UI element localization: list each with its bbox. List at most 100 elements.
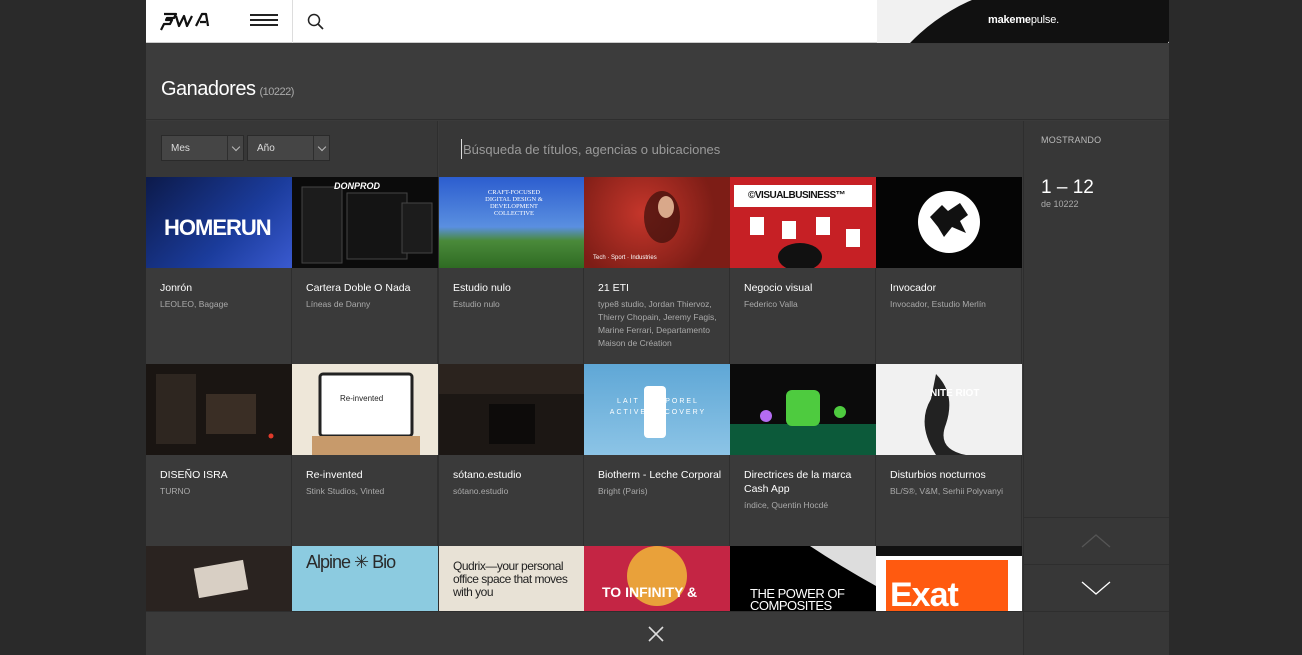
winners-count: (10222) — [259, 86, 294, 98]
results-panel: MOSTRANDO 1 – 12 de 10222 — [1023, 121, 1169, 611]
thumbnail-text: Exat — [890, 576, 959, 614]
bottom-bar — [146, 611, 1023, 655]
card-title: 21 ETI — [598, 282, 629, 294]
page-title: Ganadores (10222) — [161, 78, 294, 100]
thumbnail-text: NITE RIOT — [930, 388, 980, 399]
winner-card[interactable]: Directrices de la marca Cash App índice,… — [730, 364, 876, 546]
card-title: Re-invented — [306, 469, 363, 481]
ad-banner[interactable]: makemepulse. — [877, 0, 1169, 43]
chevron-down-icon — [227, 136, 243, 160]
thumbnail-text: THE POWER OF COMPOSITES — [750, 586, 845, 613]
card-credits: Estudio nulo — [453, 299, 500, 309]
winner-card[interactable]: Qudrix—your personal office space that m… — [438, 546, 585, 637]
card-credits: índice, Quentin Hocdé — [744, 500, 829, 510]
card-credits: Stink Studios, Vinted — [306, 486, 385, 496]
winner-card[interactable]: LAIT CORPOREL ACTIVE RECOVERY Biotherm -… — [584, 364, 730, 546]
winner-card[interactable]: DISEÑO ISRA TURNO — [146, 364, 292, 546]
card-credits: Federico Valla — [744, 299, 798, 309]
card-thumbnail: Tech · Sport · Industries — [584, 177, 730, 268]
card-thumbnail — [146, 364, 292, 455]
top-bar: makemepulse. — [146, 0, 1169, 43]
card-credits: sótano.estudio — [453, 486, 509, 496]
thumbnail-art — [439, 364, 585, 444]
winner-card[interactable] — [146, 546, 292, 637]
winner-card[interactable]: NITE RIOT Disturbios nocturnos BL/S®, V&… — [876, 364, 1022, 546]
card-title: Jonrón — [160, 282, 193, 294]
card-thumbnail — [439, 364, 585, 455]
chevron-down-icon — [313, 136, 329, 160]
card-title: Cartera Doble O Nada — [306, 282, 411, 294]
card-credits: TURNO — [160, 486, 191, 496]
card-thumbnail: DONPROD — [292, 177, 438, 268]
divider — [292, 0, 293, 43]
thumbnail-text: DONPROD — [334, 181, 381, 191]
fwa-logo[interactable] — [160, 10, 212, 32]
showing-label: MOSTRANDO — [1041, 135, 1102, 145]
card-thumbnail — [876, 177, 1022, 268]
card-title: Disturbios nocturnos — [890, 469, 986, 481]
year-select[interactable]: Año — [247, 135, 330, 161]
thumbnail-art: DONPROD — [301, 181, 433, 264]
card-thumbnail: CRAFT-FOCUSED DIGITAL DESIGN & DEVELOPME… — [439, 177, 585, 268]
page-down-button[interactable] — [1024, 564, 1169, 611]
thumbnail-text: CRAFT-FOCUSED DIGITAL DESIGN & DEVELOPME… — [485, 189, 543, 217]
card-credits: LEOLEO, Bagage — [160, 299, 229, 309]
year-select-label: Año — [257, 143, 275, 154]
menu-icon[interactable] — [250, 14, 278, 28]
card-title: Estudio nulo — [453, 282, 511, 294]
results-total: de 10222 — [1041, 199, 1079, 209]
card-title: Biotherm - Leche Corporal — [598, 469, 722, 481]
card-thumbnail: NITE RIOT — [876, 364, 1022, 455]
page-up-button[interactable] — [1024, 517, 1169, 564]
card-thumbnail — [730, 364, 876, 455]
winner-card[interactable]: sótano.estudio sótano.estudio — [438, 364, 585, 546]
thumbnail-art — [156, 374, 274, 444]
results-range: 1 – 12 — [1041, 177, 1094, 198]
winner-card[interactable]: CRAFT-FOCUSED DIGITAL DESIGN & DEVELOPME… — [438, 177, 585, 364]
thumbnail-text: Re-invented — [340, 394, 384, 403]
page-frame: makemepulse. Ganadores(10222) Mes Año MO… — [146, 0, 1169, 655]
card-credits: type8 studio, Jordan Thiervoz, Thierry C… — [598, 299, 717, 348]
winner-card[interactable]: Re-invented Re-invented Stink Studios, V… — [292, 364, 438, 546]
winner-card[interactable]: HOMERUN Jonrón LEOLEO, Bagage — [146, 177, 292, 364]
winner-card[interactable]: Alpine ✳ Bio — [292, 546, 438, 637]
card-credits: Bright (Paris) — [598, 486, 648, 496]
card-title: sótano.estudio — [453, 469, 522, 481]
thumbnail-text: HOMERUN — [164, 215, 272, 240]
thumbnail-text: Tech · Sport · Industries — [593, 255, 657, 261]
chevron-down-icon — [1081, 581, 1111, 595]
winner-card[interactable]: TO INFINITY & — [584, 546, 730, 637]
filter-bar: Mes Año — [146, 121, 438, 177]
search-input[interactable] — [461, 139, 981, 159]
thumbnail-art — [627, 546, 687, 606]
card-title: Directrices de la marca Cash App — [744, 469, 852, 495]
card-title: Negocio visual — [744, 282, 813, 294]
card-credits: Invocador, Estudio Merlín — [890, 299, 986, 309]
thumbnail-art — [730, 390, 876, 455]
thumbnail-text: TO INFINITY & — [602, 584, 698, 600]
winner-card[interactable]: ©VISUALBUSINESS™ Negocio visual Federico… — [730, 177, 876, 364]
winner-card[interactable]: Exat — [876, 546, 1022, 637]
thumbnail-art — [193, 559, 249, 599]
card-title: DISEÑO ISRA — [160, 469, 228, 481]
search-icon[interactable] — [306, 12, 326, 32]
thumbnail-art — [924, 374, 966, 455]
ad-brand: makemepulse. — [988, 14, 1059, 26]
search-area — [439, 121, 1023, 177]
winner-card[interactable]: Invocador Invocador, Estudio Merlín — [876, 177, 1022, 364]
thumbnail-text: ©VISUALBUSINESS™ — [748, 190, 846, 201]
close-icon[interactable] — [648, 626, 664, 642]
winner-card[interactable]: Tech · Sport · Industries 21 ETI type8 s… — [584, 177, 730, 364]
thumbnail-text: LAIT CORPOREL ACTIVE RECOVERY — [609, 398, 707, 416]
card-thumbnail: LAIT CORPOREL ACTIVE RECOVERY — [584, 364, 730, 455]
chevron-up-icon — [1081, 534, 1111, 548]
bottom-right-panel — [1023, 611, 1169, 655]
winner-card[interactable]: DONPROD Cartera Doble O Nada Líneas de D… — [292, 177, 438, 364]
card-thumbnail: Re-invented — [292, 364, 438, 455]
month-select-label: Mes — [171, 143, 190, 154]
wolf-logo-icon — [918, 191, 980, 253]
thumbnail-text: Qudrix—your personal office space that m… — [453, 559, 568, 599]
card-thumbnail: HOMERUN — [146, 177, 292, 268]
winner-card[interactable]: THE POWER OF COMPOSITES — [730, 546, 876, 637]
month-select[interactable]: Mes — [161, 135, 244, 161]
